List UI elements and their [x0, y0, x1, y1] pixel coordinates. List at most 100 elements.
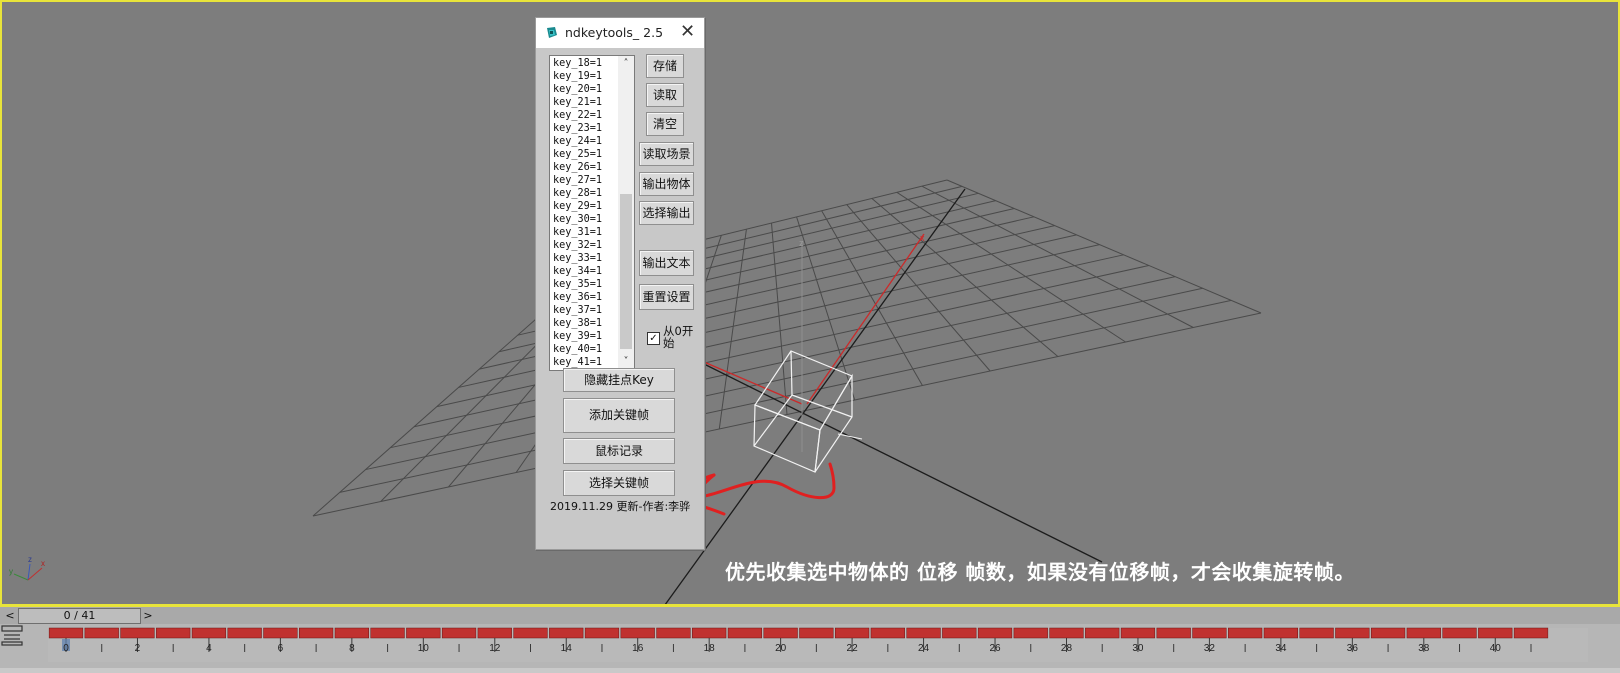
z-axis-label: z: [799, 238, 804, 248]
list-item[interactable]: key_32=1: [553, 239, 615, 252]
frame-tick-label: 8: [349, 643, 355, 654]
keyframe-marker[interactable]: [977, 627, 1013, 639]
list-item[interactable]: key_35=1: [553, 278, 615, 291]
clear-button[interactable]: 清空: [646, 112, 684, 136]
time-slider[interactable]: < 0 / 41 >: [0, 607, 1620, 624]
list-item[interactable]: key_21=1: [553, 96, 615, 109]
listbox-scrollbar[interactable]: ˄ ˅: [618, 56, 634, 370]
load-button[interactable]: 读取: [646, 83, 684, 107]
frame-tick-label: 18: [704, 643, 716, 654]
frame-tick-label: 30: [1132, 643, 1144, 654]
list-item[interactable]: key_20=1: [553, 83, 615, 96]
list-item[interactable]: key_24=1: [553, 135, 615, 148]
export-text-button[interactable]: 输出文本: [639, 250, 694, 276]
keyframe-marker[interactable]: [1335, 627, 1370, 639]
list-item[interactable]: key_19=1: [553, 70, 615, 83]
list-item[interactable]: key_28=1: [553, 187, 615, 200]
select-keyframe-button[interactable]: 选择关键帧: [563, 470, 675, 496]
keyframe-marker[interactable]: [48, 627, 84, 639]
reset-settings-button[interactable]: 重置设置: [639, 284, 694, 310]
list-item[interactable]: key_29=1: [553, 200, 615, 213]
keyframe-marker[interactable]: [1370, 627, 1406, 639]
keyframe-marker[interactable]: [1085, 627, 1120, 639]
keyframe-marker[interactable]: [692, 627, 727, 639]
keyframe-marker[interactable]: [84, 627, 119, 639]
keyframe-marker[interactable]: [834, 627, 870, 639]
keyframe-marker[interactable]: [477, 627, 512, 639]
list-item[interactable]: key_27=1: [553, 174, 615, 187]
keyframe-marker[interactable]: [656, 627, 691, 639]
list-item[interactable]: key_31=1: [553, 226, 615, 239]
keyframe-marker[interactable]: [513, 627, 548, 639]
time-slider-handle[interactable]: 0 / 41: [18, 608, 141, 624]
keyframe-marker[interactable]: [406, 627, 441, 639]
keyframe-marker[interactable]: [156, 627, 191, 639]
keyframe-marker[interactable]: [584, 627, 620, 639]
hide-pivot-key-button[interactable]: 隐藏挂点Key: [563, 368, 675, 392]
list-item[interactable]: key_26=1: [553, 161, 615, 174]
mouse-record-button[interactable]: 鼠标记录: [563, 438, 675, 464]
keyframe-marker[interactable]: [1049, 627, 1084, 639]
list-item[interactable]: key_30=1: [553, 213, 615, 226]
keyframe-marker[interactable]: [1120, 627, 1156, 639]
frame-tick-label: 28: [1061, 643, 1073, 654]
keyframe-marker[interactable]: [120, 627, 155, 639]
keyframe-marker[interactable]: [1478, 627, 1513, 639]
list-item[interactable]: key_36=1: [553, 291, 615, 304]
list-item[interactable]: key_40=1: [553, 343, 615, 356]
export-object-button[interactable]: 输出物体: [639, 172, 694, 196]
list-item[interactable]: key_22=1: [553, 109, 615, 122]
keyframe-marker[interactable]: [1192, 627, 1227, 639]
keyframe-marker[interactable]: [799, 627, 834, 639]
keyframe-marker[interactable]: [620, 627, 655, 639]
keyframe-marker[interactable]: [1263, 627, 1298, 639]
list-item[interactable]: key_18=1: [553, 57, 615, 70]
keyframe-marker[interactable]: [299, 627, 334, 639]
list-item[interactable]: key_25=1: [553, 148, 615, 161]
annotation-curve: [692, 462, 836, 500]
keyframe-marker[interactable]: [263, 627, 298, 639]
keyframe-marker[interactable]: [1406, 627, 1441, 639]
frame-tick-label: 26: [989, 643, 1001, 654]
keyframe-marker[interactable]: [191, 627, 227, 639]
save-button[interactable]: 存储: [646, 54, 684, 78]
frame-tick-label: 4: [206, 643, 212, 654]
keyframe-marker[interactable]: [1299, 627, 1334, 639]
prev-frame-button[interactable]: <: [3, 609, 17, 622]
keyframe-marker[interactable]: [906, 627, 941, 639]
list-item[interactable]: key_39=1: [553, 330, 615, 343]
dialog-titlebar[interactable]: ndkeytools_ 2.5 ✕: [536, 18, 704, 48]
scrollbar-thumb[interactable]: [620, 194, 632, 349]
keyframe-marker[interactable]: [1442, 627, 1477, 639]
keyframe-marker[interactable]: [227, 627, 262, 639]
list-item[interactable]: key_23=1: [553, 122, 615, 135]
scroll-up-icon[interactable]: ˄: [618, 56, 634, 72]
list-item[interactable]: key_34=1: [553, 265, 615, 278]
keyframe-marker[interactable]: [334, 627, 369, 639]
keyframe-marker[interactable]: [942, 627, 977, 639]
key-listbox[interactable]: key_18=1 key_19=1 key_20=1 key_21=1 key_22=1…: [549, 55, 635, 371]
list-item[interactable]: key_33=1: [553, 252, 615, 265]
start-from-zero-checkbox[interactable]: ✓: [647, 332, 660, 345]
key-list: key_18=1 key_19=1 key_20=1 key_21=1 key_22=1…: [553, 57, 615, 369]
keyframe-marker[interactable]: [870, 627, 905, 639]
keyframe-marker[interactable]: [370, 627, 405, 639]
keyframe-marker[interactable]: [1513, 627, 1549, 639]
next-frame-button[interactable]: >: [141, 609, 155, 622]
track-bar[interactable]: 0 2 4 6 8 10 12 14 16 18 20 22 24 26 28 30 32 34 36 38 40: [0, 624, 1620, 673]
close-icon[interactable]: ✕: [680, 21, 695, 43]
viewport[interactable]: x z z x y 优先收集选中物体的 位移 帧数，如果没有位移帧，才会收集旋转…: [0, 0, 1620, 607]
select-export-button[interactable]: 选择输出: [639, 201, 694, 225]
keyframe-marker[interactable]: [549, 627, 584, 639]
add-keyframe-button[interactable]: 添加关键帧: [563, 398, 675, 433]
frame-tick-label: 40: [1490, 643, 1502, 654]
keyframe-marker[interactable]: [763, 627, 798, 639]
keyframe-marker[interactable]: [1228, 627, 1263, 639]
keyframe-marker[interactable]: [727, 627, 763, 639]
keyframe-marker[interactable]: [441, 627, 477, 639]
read-scene-button[interactable]: 读取场景: [639, 142, 694, 166]
list-item[interactable]: key_38=1: [553, 317, 615, 330]
list-item[interactable]: key_37=1: [553, 304, 615, 317]
keyframe-marker[interactable]: [1013, 627, 1048, 639]
keyframe-marker[interactable]: [1156, 627, 1191, 639]
